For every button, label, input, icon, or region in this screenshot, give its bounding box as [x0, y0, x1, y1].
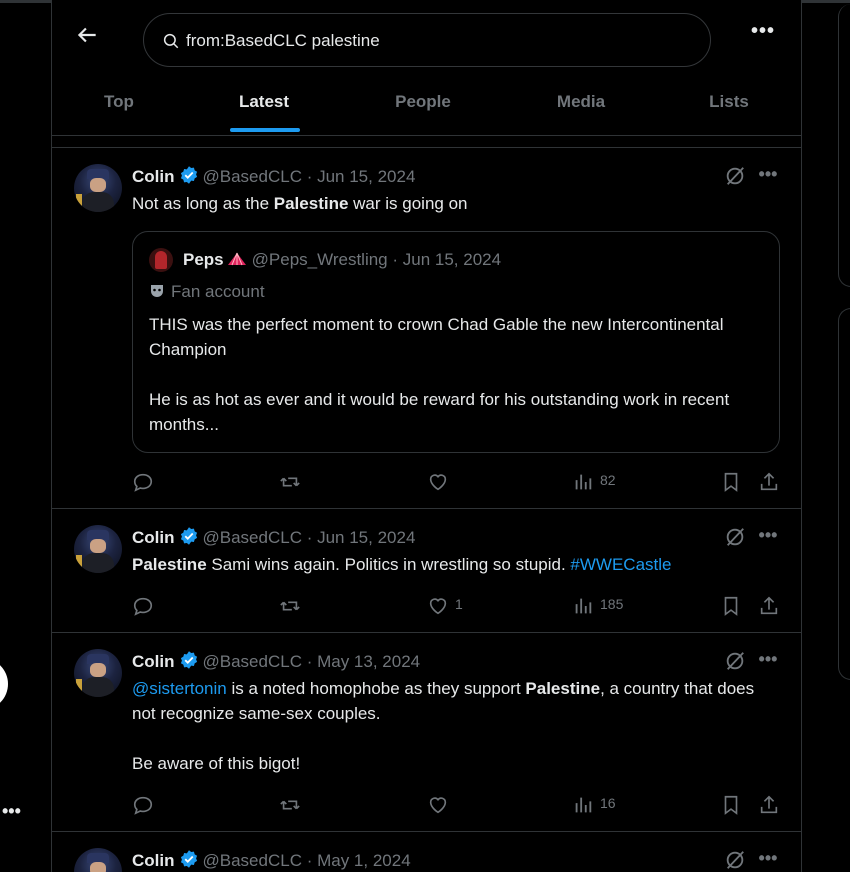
tweet-actions: 82: [132, 469, 782, 493]
tweet[interactable]: Colin @BasedCLC · May 1, 2024 •••: [52, 832, 801, 872]
mention-link[interactable]: @sistertonin: [132, 679, 227, 698]
tweet-actions: 1 185: [132, 593, 782, 617]
bookmark-icon: [724, 472, 738, 492]
search-tabs: Top Latest People Media Lists: [52, 80, 801, 135]
quoted-tweet-text: THIS was the perfect moment to crown Cha…: [149, 315, 730, 434]
share-icon: [760, 472, 778, 491]
tweet-text: Palestine Sami wins again. Politics in w…: [132, 555, 672, 574]
share-icon: [760, 795, 778, 814]
mask-icon: [151, 285, 163, 297]
verified-badge-icon: [180, 527, 197, 545]
reply-icon: [133, 796, 153, 815]
tweet-date[interactable]: · Jun 15, 2024: [307, 167, 416, 186]
more-icon[interactable]: •••: [755, 650, 781, 673]
search-box[interactable]: [143, 13, 711, 67]
bookmark-icon: [724, 795, 738, 815]
search-results-column: ••• Top Latest People Media Lists Colin @…: [51, 0, 802, 872]
arrow-left-icon[interactable]: [74, 22, 100, 48]
share-icon: [760, 596, 778, 615]
right-sidebar-card: [838, 4, 850, 287]
tweet-date[interactable]: · May 1, 2024: [307, 851, 411, 870]
reply-icon: [133, 597, 153, 616]
tweet-actions: 16: [132, 792, 782, 816]
search-input[interactable]: [184, 26, 688, 56]
tweet[interactable]: Colin @BasedCLC · Jun 15, 2024 ••• Palest…: [52, 509, 801, 633]
quoted-tweet-header: Peps @Peps_Wrestling · Jun 15, 2024: [183, 250, 502, 269]
views-icon: [575, 598, 592, 614]
more-icon[interactable]: •••: [755, 849, 781, 872]
quoted-tweet[interactable]: Peps @Peps_Wrestling · Jun 15, 2024 Fan a…: [132, 231, 780, 453]
views-icon: [575, 474, 592, 490]
more-icon[interactable]: •••: [755, 165, 781, 188]
views-icon: [575, 797, 592, 813]
heart-icon: [429, 598, 447, 615]
bookmark-icon: [724, 596, 738, 616]
author-name[interactable]: Colin: [132, 528, 175, 547]
grok-icon[interactable]: [724, 849, 746, 871]
tweet-date[interactable]: · May 13, 2024: [307, 652, 420, 671]
avatar[interactable]: [74, 525, 122, 573]
tweet[interactable]: Colin @BasedCLC · May 13, 2024 ••• @siste…: [52, 633, 801, 832]
author-handle[interactable]: @BasedCLC: [203, 652, 302, 671]
tab-latest[interactable]: Latest: [224, 80, 304, 135]
tweet-date[interactable]: · Jun 15, 2024: [307, 528, 416, 547]
fan-account-label: Fan account: [149, 282, 265, 302]
tweet-header: Colin @BasedCLC · May 13, 2024: [132, 650, 420, 672]
avatar: [149, 248, 173, 272]
author-handle[interactable]: @BasedCLC: [203, 528, 302, 547]
retweet-icon: [280, 477, 300, 487]
retweet-icon: [280, 601, 300, 611]
author-name[interactable]: Colin: [132, 652, 175, 671]
avatar[interactable]: [74, 649, 122, 697]
tweet-text: Not as long as the Palestine war is goin…: [132, 194, 468, 213]
search-header: ••• Top Latest People Media Lists: [52, 0, 801, 136]
author-name[interactable]: Colin: [132, 167, 175, 186]
tab-top[interactable]: Top: [89, 80, 149, 135]
verified-badge-icon: [180, 651, 197, 669]
grok-icon[interactable]: [724, 165, 746, 187]
tweet[interactable]: Colin @BasedCLC · Jun 15, 2024 ••• Not as…: [52, 148, 801, 509]
more-icon[interactable]: •••: [755, 526, 781, 549]
verified-badge-icon: [180, 850, 197, 868]
retweet-icon: [280, 800, 300, 810]
tweet-header: Colin @BasedCLC · Jun 15, 2024: [132, 165, 415, 187]
avatar[interactable]: [74, 848, 122, 872]
tab-lists[interactable]: Lists: [699, 80, 759, 135]
author-handle[interactable]: @BasedCLC: [203, 851, 302, 870]
tab-people[interactable]: People: [383, 80, 463, 135]
tweet-header: Colin @BasedCLC · May 1, 2024: [132, 849, 411, 871]
grok-icon[interactable]: [724, 650, 746, 672]
avatar[interactable]: [74, 164, 122, 212]
tab-media[interactable]: Media: [544, 80, 618, 135]
tweet-header: Colin @BasedCLC · Jun 15, 2024: [132, 526, 415, 548]
divider: [52, 136, 801, 148]
left-nav-avatar-button[interactable]: [0, 658, 8, 710]
right-sidebar-card: [838, 308, 850, 680]
more-icon[interactable]: •••: [748, 21, 778, 48]
author-name[interactable]: Colin: [132, 851, 175, 870]
heart-icon: [429, 474, 447, 491]
fan-icon: [227, 252, 246, 266]
left-nav-more-icon[interactable]: •••: [2, 802, 26, 822]
hashtag-link[interactable]: #WWECastle: [570, 555, 671, 574]
tweet-text: @sistertonin is a noted homophobe as the…: [132, 679, 755, 773]
verified-badge-icon: [180, 166, 197, 184]
reply-icon: [133, 473, 153, 492]
search-icon: [163, 33, 179, 49]
active-tab-indicator: [230, 128, 300, 132]
heart-icon: [429, 797, 447, 814]
author-handle[interactable]: @BasedCLC: [203, 167, 302, 186]
grok-icon[interactable]: [724, 526, 746, 548]
